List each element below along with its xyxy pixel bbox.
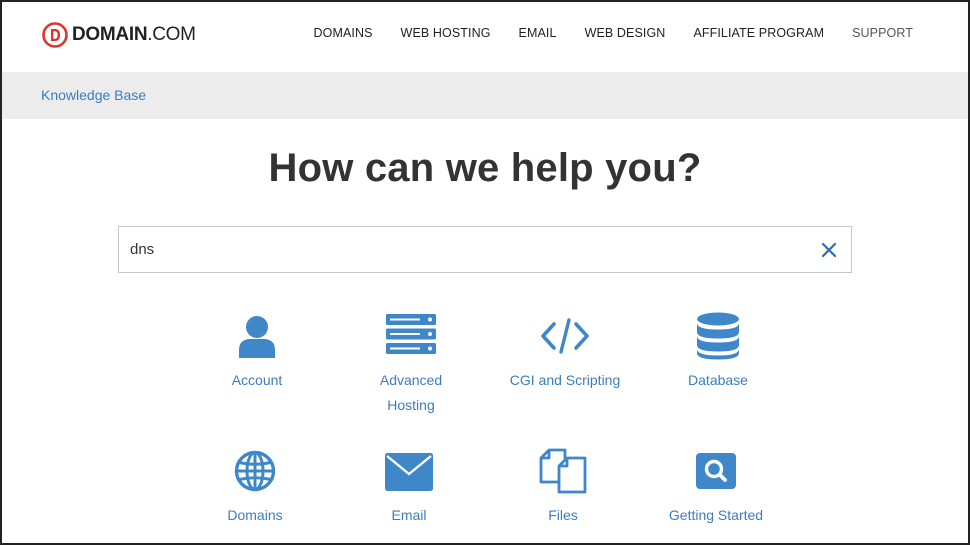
code-icon [541,318,589,354]
category-label-line2: Hosting [387,397,435,413]
server-icon [386,314,436,354]
category-cgi-and-scripting[interactable]: CGI and Scripting [488,310,642,420]
page-title: How can we help you? [268,146,702,190]
database-icon [697,312,739,360]
files-icon [539,448,587,494]
search-box [118,226,852,273]
nav-domains[interactable]: DOMAINS [314,26,373,40]
category-label: CGI and Scripting [509,372,621,388]
category-label: Database [688,372,748,388]
category-label: Domains [227,507,283,523]
close-icon[interactable] [819,240,839,260]
category-label: Account [231,372,283,388]
category-email[interactable]: Email [332,448,486,528]
brand-name: DOMAIN.COM [72,24,196,46]
category-getting-started[interactable]: Getting Started [639,448,793,528]
search-input[interactable] [119,227,809,272]
category-database[interactable]: Database [641,310,795,420]
category-files[interactable]: Files [486,448,640,528]
category-label: Email [391,507,427,523]
nav-web-hosting[interactable]: WEB HOSTING [401,26,491,40]
brand-logo[interactable]: DOMAIN.COM [42,22,196,48]
breadcrumb-knowledge-base[interactable]: Knowledge Base [41,87,146,103]
search-icon [696,453,736,489]
brand-name-bold: DOMAIN [72,24,148,45]
breadcrumb: Knowledge Base [0,72,970,119]
envelope-icon [385,453,433,491]
category-label: Getting Started [668,507,764,523]
category-label: Files [548,507,578,523]
category-account[interactable]: Account [180,310,334,420]
category-domains[interactable]: Domains [178,448,332,528]
brand-name-suffix: .COM [147,24,196,45]
nav-support[interactable]: SUPPORT [852,26,913,40]
main-nav: DOMAINS WEB HOSTING EMAIL WEB DESIGN AFF… [286,26,914,40]
category-advanced-hosting[interactable]: Advanced Hosting [334,310,488,420]
nav-email[interactable]: EMAIL [519,26,557,40]
nav-web-design[interactable]: WEB DESIGN [585,26,666,40]
site-header: DOMAIN.COM DOMAINS WEB HOSTING EMAIL WEB… [0,0,970,72]
domain-logo-icon [42,22,68,48]
category-label-line1: Advanced [379,372,443,388]
nav-affiliate-program[interactable]: AFFILIATE PROGRAM [693,26,824,40]
globe-icon [234,450,276,492]
user-icon [239,316,275,358]
